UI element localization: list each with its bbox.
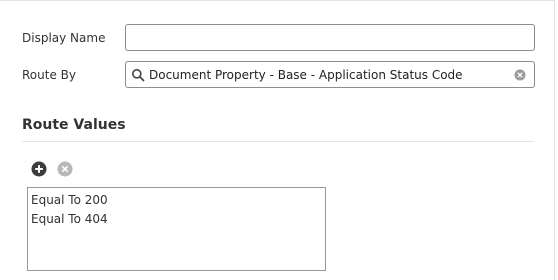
route-shape-panel: Display Name Route By Document Property … — [0, 0, 555, 280]
route-by-label: Route By — [22, 68, 76, 82]
route-values-list[interactable]: Equal To 200 Equal To 404 — [27, 187, 326, 271]
route-by-field[interactable]: Document Property - Base - Application S… — [125, 61, 535, 88]
remove-icon[interactable] — [57, 161, 73, 177]
list-item[interactable]: Equal To 200 — [31, 191, 322, 210]
display-name-label: Display Name — [22, 31, 106, 45]
add-icon[interactable] — [31, 161, 47, 177]
route-values-title: Route Values — [22, 117, 126, 133]
search-icon — [132, 68, 145, 81]
display-name-input[interactable] — [125, 24, 535, 51]
clear-icon[interactable] — [514, 69, 526, 81]
section-divider — [22, 141, 534, 142]
list-item[interactable]: Equal To 404 — [31, 210, 322, 229]
route-by-value: Document Property - Base - Application S… — [149, 67, 463, 82]
